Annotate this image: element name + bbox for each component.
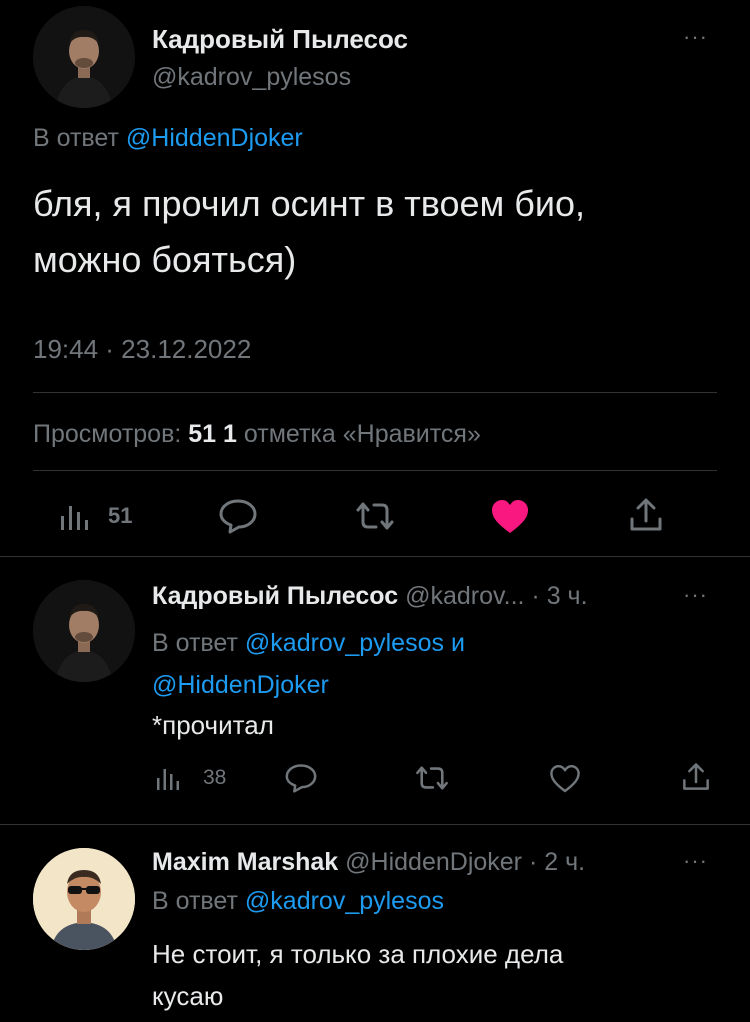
tweet-timestamp[interactable]: 19:44 · 23.12.2022 [33,334,251,365]
tweet-text: Не стоит, я только за плохие дела кусаю [152,933,563,1017]
divider [33,470,717,471]
more-icon[interactable]: ··· [683,582,708,608]
author-avatar[interactable] [33,6,135,108]
reply-icon [284,763,318,793]
tweet-text-line: кусаю [152,981,224,1011]
reply-context: В ответ @HiddenDjoker [33,124,303,153]
divider [33,392,717,393]
reply-icon [218,498,258,534]
share-icon [628,497,664,533]
retweet-button[interactable] [414,764,450,792]
views-icon [155,764,181,792]
views-icon [58,500,90,532]
reply-button[interactable] [218,498,258,534]
tweet-header: Кадровый Пылесос @kadrov... · 3 ч. [152,582,588,611]
share-icon [681,762,711,792]
reply-mention-link[interactable]: @kadrov_pylesos [245,887,444,915]
reply-conjunction: и [450,629,465,657]
author-handle[interactable]: @kadrov... [405,582,524,610]
more-icon[interactable]: ··· [683,24,708,50]
more-icon[interactable]: ··· [683,848,708,874]
tweet-text: бля, я прочил осинт в твоем био, можно б… [33,176,585,288]
like-icon [549,764,581,794]
reply-mention-link[interactable]: @kadrov_pylesos [245,629,444,657]
views-count: 51 [188,420,217,448]
tweet-text-line: бля, я прочил осинт в твоем био, [33,183,586,224]
reply-prefix: В ответ [152,887,238,915]
author-handle[interactable]: @HiddenDjoker [345,848,522,876]
like-button[interactable] [549,764,581,794]
divider [0,556,750,557]
divider [0,824,750,825]
reply-mention-link[interactable]: @HiddenDjoker [126,124,303,152]
author-avatar[interactable] [33,848,135,950]
reply-button[interactable] [284,763,318,793]
views-count: 38 [203,766,227,789]
author-handle[interactable]: @kadrov_pylesos [152,63,351,92]
tweet-text-line: Не стоит, я только за плохие дела [152,939,564,969]
views-count: 51 [108,503,133,528]
reply-mention-link[interactable]: @HiddenDjoker [152,671,329,699]
tweet-time[interactable]: · 2 ч. [529,848,585,876]
share-button[interactable] [681,762,711,792]
reply-context: В ответ @kadrov_pylesos [152,887,444,916]
views-button[interactable]: 51 [58,500,132,532]
likes-label: отметка «Нравится» [243,420,481,448]
views-button[interactable]: 38 [155,764,226,792]
reply-prefix: В ответ [33,124,119,152]
tweet-time[interactable]: · 3 ч. [531,582,587,610]
retweet-icon [414,764,450,792]
tweet-stats: Просмотров: 51 1 отметка «Нравится» [33,420,481,449]
author-name[interactable]: Кадровый Пылесос [152,582,398,610]
views-label: Просмотров: [33,420,182,448]
author-name[interactable]: Maxim Marshak [152,848,338,876]
tweet-text-line: можно бояться) [33,239,297,280]
share-button[interactable] [628,497,664,533]
reply-context: В ответ @kadrov_pylesos и @HiddenDjoker [152,622,712,706]
author-name[interactable]: Кадровый Пылесос [152,24,408,55]
likes-count: 1 [223,420,237,448]
retweet-button[interactable] [354,500,396,532]
tweet-text: *прочитал [152,710,274,740]
tweet-header: Maxim Marshak @HiddenDjoker · 2 ч. [152,848,585,877]
likes-link[interactable]: 1 отметка «Нравится» [223,420,481,448]
reply-prefix: В ответ [152,629,238,657]
like-button[interactable] [490,499,530,535]
retweet-icon [354,500,396,532]
like-icon [490,499,530,535]
author-avatar[interactable] [33,580,135,682]
